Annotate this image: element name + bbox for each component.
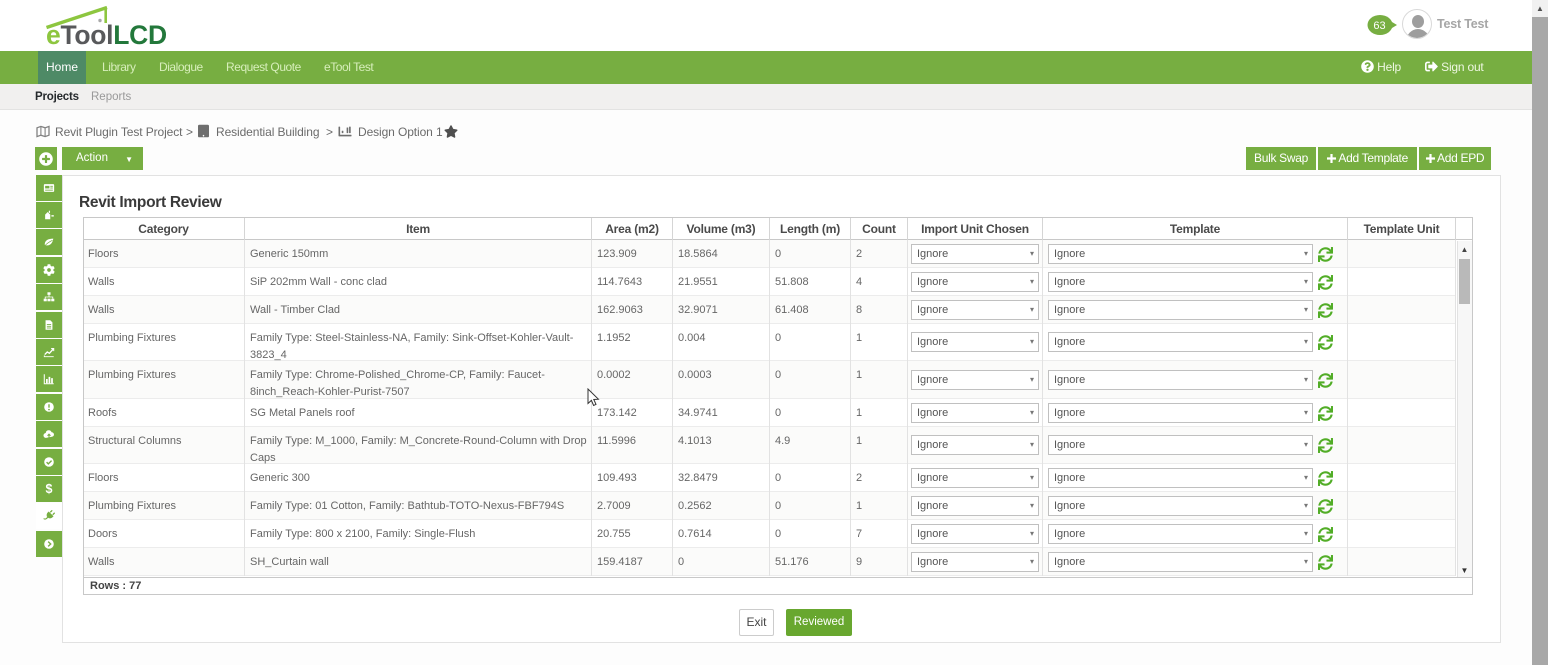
- svg-text:eToolLCD: eToolLCD: [46, 20, 167, 50]
- svg-text:63: 63: [1373, 20, 1385, 32]
